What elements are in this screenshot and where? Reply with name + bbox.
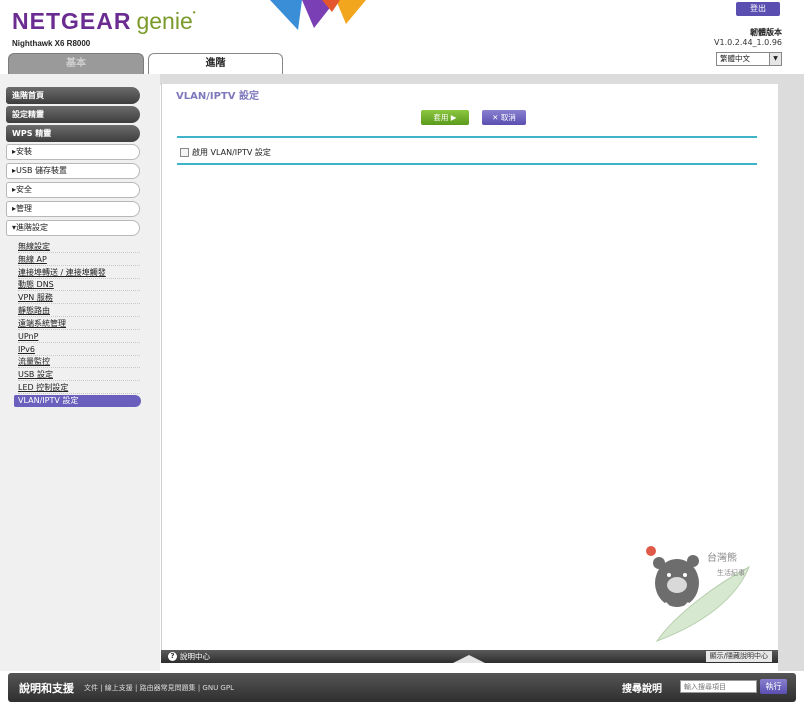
- logout-button[interactable]: 登出: [736, 2, 780, 16]
- search-help-input[interactable]: [680, 680, 757, 693]
- enable-vlan-row: 啟用 VLAN/IPTV 設定: [180, 147, 271, 158]
- sidebar-item-remote-management[interactable]: 遠端系統管理: [18, 318, 140, 330]
- page-title: VLAN/IPTV 設定: [176, 91, 259, 102]
- sidebar-item-dynamic-dns[interactable]: 動態 DNS: [18, 279, 140, 291]
- sidebar-section-administration[interactable]: ▸管理: [6, 201, 140, 217]
- divider-bottom: [177, 163, 757, 165]
- expand-help-arrow-icon[interactable]: [453, 655, 485, 663]
- sidebar-item-ipv6[interactable]: IPv6: [18, 344, 140, 356]
- bear-watermark-image: 台灣熊 生活紀事: [646, 546, 750, 643]
- firmware-version: V1.0.2.44_1.0.96: [714, 38, 782, 47]
- sidebar-item-led-control[interactable]: LED 控制設定: [18, 382, 140, 394]
- sidebar-item-wireless-ap[interactable]: 無線 AP: [18, 254, 140, 266]
- footer: 說明和支援 文件 | 線上支援 | 路由器常見問題集 | GNU GPL 搜尋說…: [8, 673, 796, 702]
- sidebar-item-wireless-settings[interactable]: 無線設定: [18, 241, 140, 253]
- enable-vlan-label: 啟用 VLAN/IPTV 設定: [192, 148, 271, 157]
- registered-mark: •: [192, 8, 197, 17]
- language-select[interactable]: 繁體中文 ▼: [716, 52, 782, 66]
- sidebar-item-vpn-service[interactable]: VPN 服務: [18, 292, 140, 304]
- sidebar-item-setup-wizard[interactable]: 設定精靈: [6, 106, 140, 123]
- sidebar-item-upnp[interactable]: UPnP: [18, 331, 140, 343]
- cancel-button[interactable]: ✕ 取消: [482, 110, 526, 125]
- header-decoration-graphic: [270, 0, 366, 30]
- sidebar-item-usb-settings[interactable]: USB 設定: [18, 369, 140, 381]
- netgear-genie-logo[interactable]: NETGEAR genie•: [12, 8, 197, 35]
- sidebar-item-wps-wizard[interactable]: WPS 精靈: [6, 125, 140, 142]
- firmware-title: 韌體版本: [750, 28, 782, 37]
- search-help-label: 搜尋說明: [622, 684, 662, 695]
- sidebar-item-advanced-home[interactable]: 進階首頁: [6, 87, 140, 104]
- sidebar-section-security[interactable]: ▸安全: [6, 182, 140, 198]
- content-right-border: [778, 74, 804, 671]
- brand-name: NETGEAR: [12, 8, 132, 34]
- language-value: 繁體中文: [720, 54, 750, 63]
- tab-advanced[interactable]: 進階: [148, 53, 283, 74]
- sidebar-section-setup[interactable]: ▸安裝: [6, 144, 140, 160]
- router-model: Nighthawk X6 R8000: [12, 39, 91, 48]
- sidebar-section-usb-storage[interactable]: ▸USB 儲存裝置: [6, 163, 140, 179]
- tab-basic[interactable]: 基本: [8, 53, 144, 74]
- svg-text:生活紀事: 生活紀事: [717, 568, 745, 577]
- footer-links[interactable]: 文件 | 線上支援 | 路由器常見問題集 | GNU GPL: [84, 683, 234, 693]
- sidebar: 進階首頁 設定精靈 WPS 精靈 ▸安裝 ▸USB 儲存裝置 ▸安全 ▸管理 ▾…: [0, 74, 160, 671]
- apply-button[interactable]: 套用 ▶: [421, 110, 469, 125]
- content-panel: VLAN/IPTV 設定 套用 ▶ ✕ 取消 啟用 VLAN/IPTV 設定 台…: [161, 84, 778, 650]
- divider-top: [177, 136, 757, 138]
- svg-text:台灣熊: 台灣熊: [707, 551, 737, 564]
- search-go-button[interactable]: 執行: [760, 679, 787, 694]
- sidebar-item-traffic-meter[interactable]: 流量監控: [18, 356, 140, 368]
- header: NETGEAR genie• Nighthawk X6 R8000 登出 韌體版本…: [0, 0, 804, 74]
- brand-suffix: genie: [136, 8, 193, 34]
- sidebar-item-static-routes[interactable]: 靜態路由: [18, 305, 140, 317]
- help-icon[interactable]: ?: [168, 652, 177, 661]
- sidebar-item-port-forwarding[interactable]: 連接埠轉送 / 連接埠觸發: [18, 267, 140, 279]
- chevron-down-icon: ▼: [769, 53, 781, 65]
- sidebar-section-advanced-setup[interactable]: ▾進階設定: [6, 220, 140, 236]
- toggle-help-center-link[interactable]: 顯示/隱藏說明中心: [705, 651, 772, 662]
- footer-title: 說明和支援: [19, 682, 74, 695]
- sidebar-item-vlan-iptv[interactable]: VLAN/IPTV 設定: [14, 395, 141, 407]
- enable-vlan-checkbox[interactable]: [180, 148, 189, 157]
- help-center-bar: ? 說明中心 顯示/隱藏說明中心: [161, 650, 778, 663]
- help-center-label[interactable]: 說明中心: [180, 650, 210, 663]
